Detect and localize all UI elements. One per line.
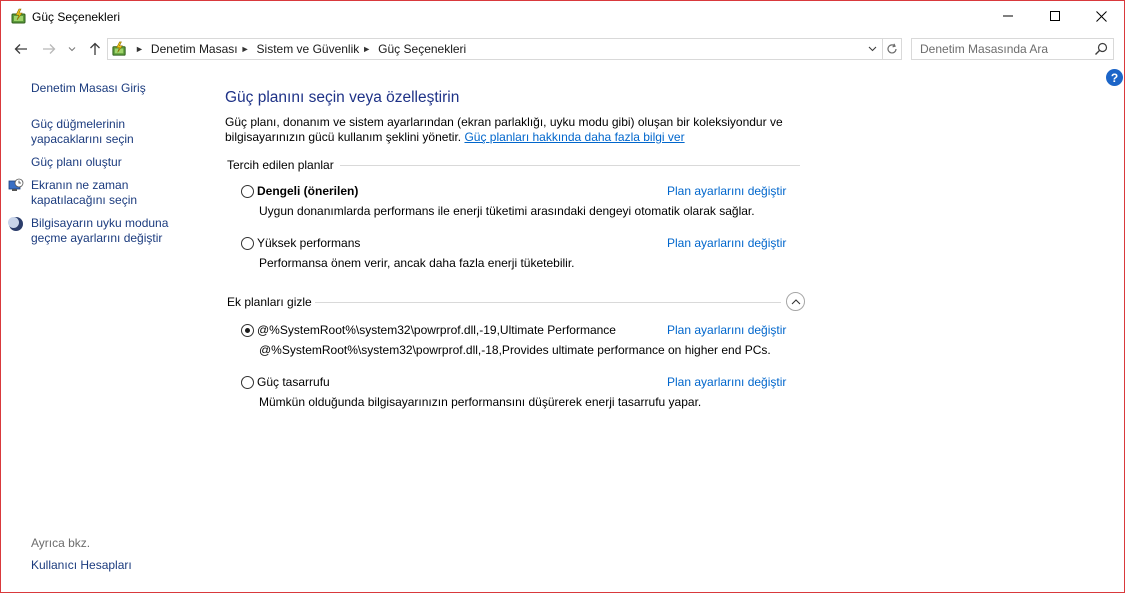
help-button[interactable]: ? [1106, 69, 1123, 86]
preferred-plans-header: Tercih edilen planlar [227, 158, 334, 172]
plan-description: Performansa önem verir, ancak daha fazla… [259, 256, 575, 270]
chevron-down-icon [868, 46, 876, 52]
sidebar: Denetim Masası Giriş Güç düğmelerinin ya… [1, 71, 201, 591]
breadcrumb: ► Denetim Masası ► Sistem ve Güvenlik ► … [132, 39, 466, 59]
hide-extra-plans-header[interactable]: Ek planları gizle [227, 295, 312, 309]
refresh-button[interactable] [882, 38, 902, 60]
change-plan-settings-link[interactable]: Plan ayarlarını değiştir [667, 236, 786, 250]
chevron-right-icon[interactable]: ► [362, 44, 371, 54]
forward-button[interactable] [38, 39, 60, 59]
arrow-left-icon [14, 44, 27, 54]
learn-more-link[interactable]: Güç planları hakkında daha fazla bilgi v… [464, 130, 684, 144]
close-icon [1095, 10, 1107, 22]
chevron-right-icon[interactable]: ► [241, 44, 250, 54]
chevron-up-icon [791, 298, 800, 304]
arrow-up-icon [90, 42, 100, 55]
back-button[interactable] [10, 39, 32, 59]
window-title: Güç Seçenekleri [32, 10, 121, 24]
sidebar-link-create-plan[interactable]: Güç planı oluştur [31, 155, 196, 170]
change-plan-settings-link[interactable]: Plan ayarlarını değiştir [667, 323, 786, 337]
plan-description: @%SystemRoot%\system32\powrprof.dll,-18,… [259, 343, 771, 357]
address-dropdown-button[interactable] [864, 39, 880, 59]
breadcrumb-item-control-panel[interactable]: Denetim Masası [151, 42, 238, 56]
see-also-label: Ayrıca bkz. [31, 536, 91, 550]
plan-name[interactable]: @%SystemRoot%\system32\powrprof.dll,-19,… [257, 323, 616, 337]
intro-text: Güç planı, donanım ve sistem ayarlarında… [225, 115, 795, 145]
breadcrumb-item-system-security[interactable]: Sistem ve Güvenlik [257, 42, 360, 56]
plan-description: Mümkün olduğunda bilgisayarınızın perfor… [259, 395, 702, 409]
maximize-icon [1050, 11, 1060, 21]
change-plan-settings-link[interactable]: Plan ayarlarını değiştir [667, 375, 786, 389]
minimize-icon [1003, 15, 1013, 17]
minimize-button[interactable] [985, 1, 1031, 31]
divider [340, 165, 800, 166]
power-options-icon [10, 8, 28, 26]
power-options-icon [111, 41, 128, 58]
plan-radio-balanced[interactable] [241, 185, 254, 198]
plan-radio-power-saver[interactable] [241, 376, 254, 389]
chevron-right-icon[interactable]: ► [135, 44, 144, 54]
window: Güç Seçenekleri ► Denetim Masası ► Siste… [0, 0, 1125, 593]
search-input[interactable] [912, 39, 1092, 59]
recent-locations-button[interactable] [64, 39, 80, 59]
search-icon[interactable] [1094, 42, 1108, 56]
breadcrumb-item-power-options[interactable]: Güç Seçenekleri [378, 42, 466, 56]
sidebar-link-control-panel-home[interactable]: Denetim Masası Giriş [31, 81, 196, 96]
sidebar-link-sleep-settings[interactable]: Bilgisayarın uyku moduna geçme ayarların… [31, 216, 196, 246]
display-clock-icon [8, 178, 24, 194]
divider [315, 302, 781, 303]
refresh-icon [886, 43, 897, 54]
page-title: Güç planını seçin veya özelleştirin [225, 89, 460, 106]
plan-description: Uygun donanımlarda performans ile enerji… [259, 204, 755, 218]
change-plan-settings-link[interactable]: Plan ayarlarını değiştir [667, 184, 786, 198]
navigation-bar: ► Denetim Masası ► Sistem ve Güvenlik ► … [1, 34, 1124, 64]
up-button[interactable] [84, 39, 106, 59]
plan-name[interactable]: Yüksek performans [257, 236, 360, 250]
plan-name[interactable]: Güç tasarrufu [257, 375, 330, 389]
sidebar-link-power-buttons[interactable]: Güç düğmelerinin yapacaklarını seçin [31, 117, 196, 147]
chevron-down-icon [68, 47, 76, 52]
sidebar-link-user-accounts[interactable]: Kullanıcı Hesapları [31, 558, 196, 573]
plan-radio-ultimate-performance[interactable] [241, 324, 254, 337]
help-icon: ? [1110, 70, 1119, 85]
collapse-extra-plans-button[interactable] [786, 292, 805, 311]
address-bar[interactable]: ► Denetim Masası ► Sistem ve Güvenlik ► … [107, 38, 883, 60]
close-button[interactable] [1078, 1, 1124, 31]
title-bar[interactable]: Güç Seçenekleri [1, 1, 1124, 33]
sidebar-link-display-off[interactable]: Ekranın ne zaman kapatılacağını seçin [31, 178, 196, 208]
maximize-button[interactable] [1032, 1, 1078, 31]
search-box[interactable] [911, 38, 1114, 60]
sleep-moon-icon [8, 216, 24, 232]
plan-name[interactable]: Dengeli (önerilen) [257, 184, 358, 198]
plan-radio-high-performance[interactable] [241, 237, 254, 250]
arrow-right-icon [43, 44, 56, 54]
